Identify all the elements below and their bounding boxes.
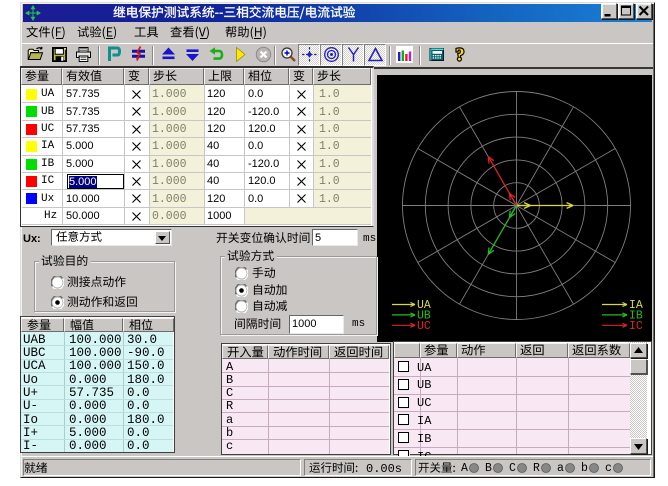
svg-text:UC: UC xyxy=(417,320,431,333)
svg-text:IC: IC xyxy=(629,320,643,333)
svg-text:?: ? xyxy=(456,46,465,63)
